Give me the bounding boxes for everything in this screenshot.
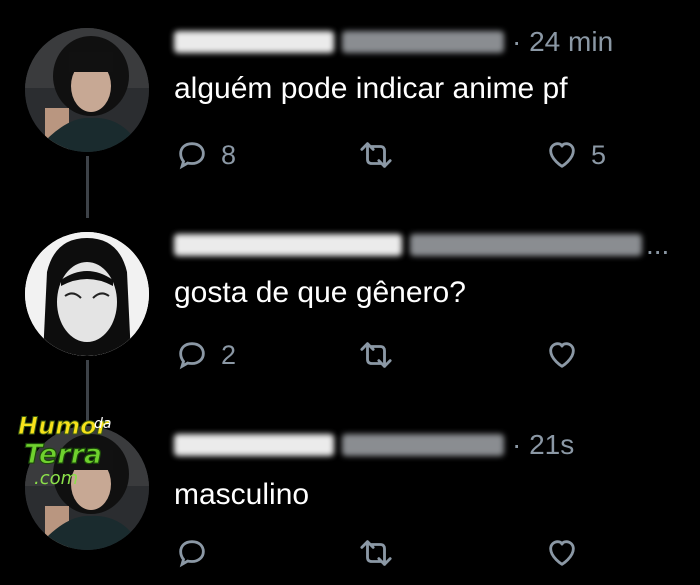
retweet-icon xyxy=(360,142,392,168)
reply-count: 2 xyxy=(221,339,237,370)
reply-count: 8 xyxy=(221,139,237,170)
humor-da-terra-watermark-logo: Humor da Terra .com xyxy=(14,408,124,490)
timestamp[interactable]: · 21s xyxy=(512,429,574,461)
tweet-actions: 8 5 xyxy=(175,138,615,178)
retweet-icon xyxy=(360,540,392,566)
like-button[interactable] xyxy=(545,338,591,372)
like-icon xyxy=(549,142,575,168)
handle-redacted[interactable] xyxy=(410,234,642,256)
display-name-redacted[interactable] xyxy=(174,434,334,456)
tweet-2[interactable]: ... gosta de que gênero? 2 xyxy=(0,200,700,400)
retweet-button[interactable] xyxy=(357,536,407,570)
handle-redacted[interactable] xyxy=(342,31,504,53)
reply-button[interactable]: 2 xyxy=(175,338,236,372)
tweet-1[interactable]: · 24 min alguém pode indicar anime pf 8 … xyxy=(0,0,700,200)
tweet-text: alguém pode indicar anime pf xyxy=(174,72,568,105)
tweet-meta: · 21s xyxy=(174,428,574,462)
watermark-com: .com xyxy=(34,468,78,489)
tweet-meta: · 24 min xyxy=(174,25,613,59)
retweet-icon xyxy=(360,342,392,368)
avatar-photo xyxy=(25,232,149,356)
tweet-actions: 2 xyxy=(175,338,615,378)
timestamp[interactable]: ... xyxy=(646,229,669,261)
like-count: 5 xyxy=(591,139,607,170)
reply-icon xyxy=(179,342,205,370)
reply-button[interactable]: 8 xyxy=(175,138,236,172)
display-name-redacted[interactable] xyxy=(174,234,402,256)
tweet-actions xyxy=(175,536,615,576)
like-button[interactable]: 5 xyxy=(545,138,606,172)
like-icon xyxy=(549,540,575,566)
avatar[interactable] xyxy=(25,232,149,356)
like-button[interactable] xyxy=(545,536,591,570)
reply-button[interactable] xyxy=(175,536,221,570)
watermark-da: da xyxy=(94,416,111,432)
handle-redacted[interactable] xyxy=(342,434,504,456)
retweet-button[interactable] xyxy=(357,138,407,172)
tweet-text: masculino xyxy=(174,478,310,511)
avatar[interactable] xyxy=(25,28,149,152)
watermark-terra: Terra xyxy=(24,439,102,470)
retweet-button[interactable] xyxy=(357,338,407,372)
reply-icon xyxy=(179,142,205,170)
timestamp[interactable]: · 24 min xyxy=(512,26,613,58)
tweet-meta: ... xyxy=(174,228,669,262)
tweet-text: gosta de que gênero? xyxy=(174,276,466,309)
reply-icon xyxy=(179,540,205,568)
like-icon xyxy=(549,342,575,368)
display-name-redacted[interactable] xyxy=(174,31,334,53)
avatar-photo xyxy=(25,28,149,152)
